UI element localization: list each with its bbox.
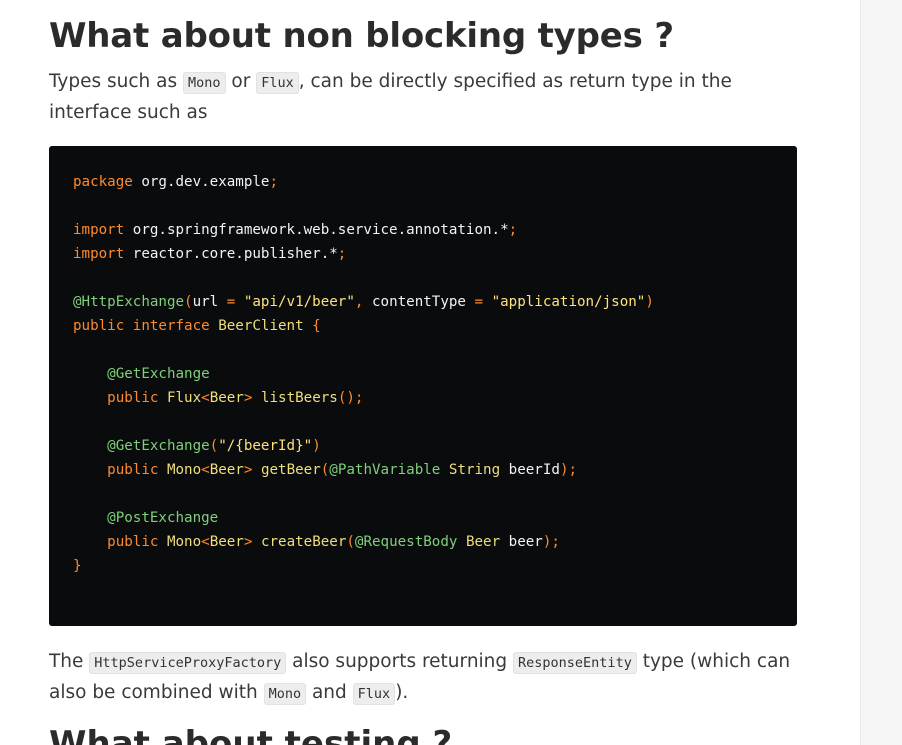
inline-code-mono: Mono	[183, 72, 226, 94]
code-token: public	[73, 462, 159, 478]
code-token: BeerClient	[209, 318, 304, 334]
code-token: import	[73, 246, 125, 262]
code-token: }	[73, 558, 82, 574]
outro-paragraph: The HttpServiceProxyFactory also support…	[49, 647, 797, 709]
intro-text-mid: or	[225, 71, 257, 92]
code-token: import	[73, 222, 125, 238]
code-token: org.springframework.web.service.annotati…	[124, 222, 509, 238]
code-token: beerId	[500, 462, 560, 478]
outro-text-after: ).	[395, 682, 409, 703]
code-token: <	[201, 534, 210, 550]
code-token: Beer	[209, 462, 244, 478]
code-block[interactable]: package org.dev.example; import org.sprin…	[49, 146, 797, 626]
inline-code-response-entity: ResponseEntity	[513, 652, 637, 674]
inline-code-proxy-factory: HttpServiceProxyFactory	[89, 652, 287, 674]
next-section-heading: What about testing ?	[49, 724, 453, 745]
code-token: <	[201, 462, 210, 478]
code-token: public	[73, 318, 125, 334]
code-token: @GetExchange	[73, 366, 210, 382]
code-line: @HttpExchange(url = "api/v1/beer", conte…	[73, 290, 797, 314]
code-token: String	[440, 462, 501, 478]
code-token: reactor.core.publisher.*	[124, 246, 338, 262]
code-line: }	[73, 554, 797, 578]
code-token: @RequestBody	[354, 534, 458, 550]
code-token: Mono	[158, 462, 202, 478]
code-token: (	[209, 438, 219, 454]
code-token: "api/v1/beer"	[243, 294, 355, 310]
code-token: ;	[508, 222, 518, 238]
code-line: import org.springframework.web.service.a…	[73, 218, 797, 242]
inline-code-flux-2: Flux	[352, 683, 396, 705]
code-token: "/{beerId}"	[218, 438, 313, 454]
code-token: contentType	[371, 294, 466, 310]
code-token: package	[73, 174, 133, 190]
code-token: ;	[337, 246, 347, 262]
code-token: @GetExchange	[73, 438, 210, 454]
code-token: org.dev.example	[132, 174, 270, 190]
code-token: @PathVariable	[329, 462, 441, 478]
code-token: Flux	[158, 390, 202, 406]
code-token: <	[201, 390, 210, 406]
code-token: interface	[132, 318, 210, 334]
code-line: package org.dev.example;	[73, 170, 797, 194]
inline-code-mono-2: Mono	[263, 683, 307, 705]
code-token: ();	[337, 390, 364, 406]
code-token: beer	[500, 534, 543, 550]
code-token: )	[312, 438, 321, 454]
code-token: (	[346, 534, 355, 550]
code-line: import reactor.core.publisher.*;	[73, 242, 797, 266]
code-token: Beer	[457, 534, 501, 550]
code-token: getBeer	[252, 462, 321, 478]
code-token: =	[465, 294, 492, 310]
code-token: url	[192, 294, 219, 310]
outro-text-mid1: also supports returning	[286, 651, 514, 672]
intro-paragraph: Types such as Mono or Flux, can be direc…	[49, 67, 797, 128]
code-token: Beer	[209, 390, 244, 406]
code-line: @PostExchange	[73, 506, 797, 530]
code-token: @PostExchange	[73, 510, 219, 526]
code-token: );	[559, 462, 578, 478]
code-token: (	[184, 294, 193, 310]
code-line: public Flux<Beer> listBeers();	[73, 386, 797, 410]
outro-text-mid3: and	[306, 682, 353, 703]
code-token: )	[645, 294, 654, 310]
code-token: ,	[354, 294, 372, 310]
code-line: @GetExchange	[73, 362, 797, 386]
code-token: );	[542, 534, 560, 550]
code-line: public Mono<Beer> getBeer(@PathVariable …	[73, 458, 797, 482]
code-line: public Mono<Beer> createBeer(@RequestBod…	[73, 530, 797, 554]
code-token: {	[303, 318, 321, 334]
code-token: =	[218, 294, 244, 310]
code-token: public	[73, 390, 159, 406]
right-sidebar	[860, 0, 902, 745]
code-token: public	[73, 534, 159, 550]
code-token: createBeer	[252, 534, 347, 550]
code-token: (	[320, 462, 330, 478]
code-listing: package org.dev.example; import org.sprin…	[73, 170, 797, 578]
code-token: listBeers	[252, 390, 338, 406]
code-token: "application/json"	[491, 294, 646, 310]
inline-code-flux: Flux	[256, 72, 299, 94]
code-token: ;	[269, 174, 279, 190]
section-heading: What about non blocking types ?	[49, 16, 674, 56]
intro-text-before: Types such as	[49, 71, 184, 92]
code-token: @HttpExchange	[73, 294, 185, 310]
code-token: Beer	[209, 534, 244, 550]
code-line: @GetExchange("/{beerId}")	[73, 434, 797, 458]
outro-text-before: The	[49, 651, 90, 672]
code-token: Mono	[158, 534, 202, 550]
code-line: public interface BeerClient {	[73, 314, 797, 338]
